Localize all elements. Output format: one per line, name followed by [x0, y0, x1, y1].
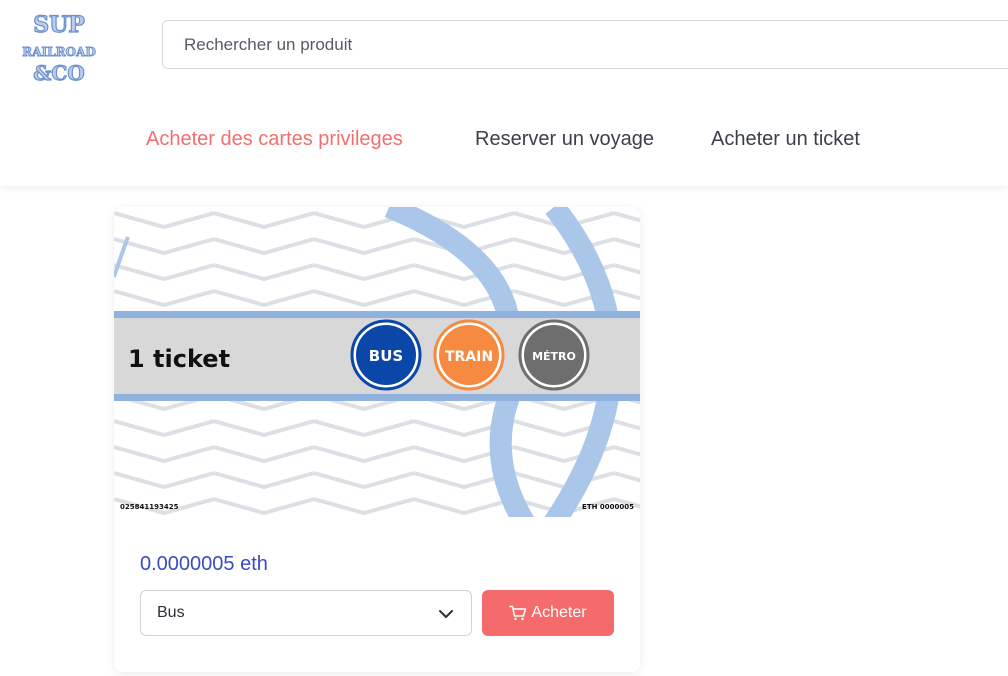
- cart-icon: [509, 605, 527, 621]
- svg-text:BUS: BUS: [369, 347, 403, 365]
- bus-badge: BUS: [350, 319, 422, 391]
- serial-left: 025841193425: [120, 503, 179, 511]
- metro-badge: MÉTRO: [518, 319, 590, 391]
- serial-right: ETH 0000005: [582, 503, 634, 511]
- header: SUP RAILROAD &CO Acheter des cartes priv…: [0, 0, 1008, 186]
- chevron-down-icon: [439, 610, 453, 618]
- logo-line-1: SUP: [33, 12, 85, 38]
- logo-line-3: &CO: [33, 61, 84, 85]
- buy-button[interactable]: Acheter: [482, 590, 614, 636]
- transport-select-value: Bus: [157, 604, 185, 621]
- product-price: 0.0000005 eth: [140, 553, 268, 575]
- transport-select[interactable]: Bus: [140, 590, 472, 636]
- nav-item-book-trip[interactable]: Reserver un voyage: [475, 128, 654, 151]
- buy-button-label: Acheter: [531, 604, 587, 621]
- logo-line-2: RAILROAD: [22, 45, 95, 59]
- main-nav: Acheter des cartes privileges Reserver u…: [0, 128, 1008, 156]
- logo-icon[interactable]: SUP RAILROAD &CO: [22, 8, 96, 88]
- ticket-image: 1 ticket BUS TRAIN MÉTRO 025841193425 ET…: [114, 207, 640, 517]
- train-badge: TRAIN: [433, 319, 505, 391]
- svg-text:TRAIN: TRAIN: [445, 349, 493, 365]
- nav-item-privilege-cards[interactable]: Acheter des cartes privileges: [146, 128, 403, 151]
- nav-item-buy-ticket[interactable]: Acheter un ticket: [711, 128, 860, 151]
- search-input[interactable]: [162, 20, 1008, 69]
- ticket-title: 1 ticket: [128, 345, 230, 373]
- svg-text:MÉTRO: MÉTRO: [532, 350, 576, 363]
- product-card: 1 ticket BUS TRAIN MÉTRO 025841193425 ET…: [114, 207, 640, 672]
